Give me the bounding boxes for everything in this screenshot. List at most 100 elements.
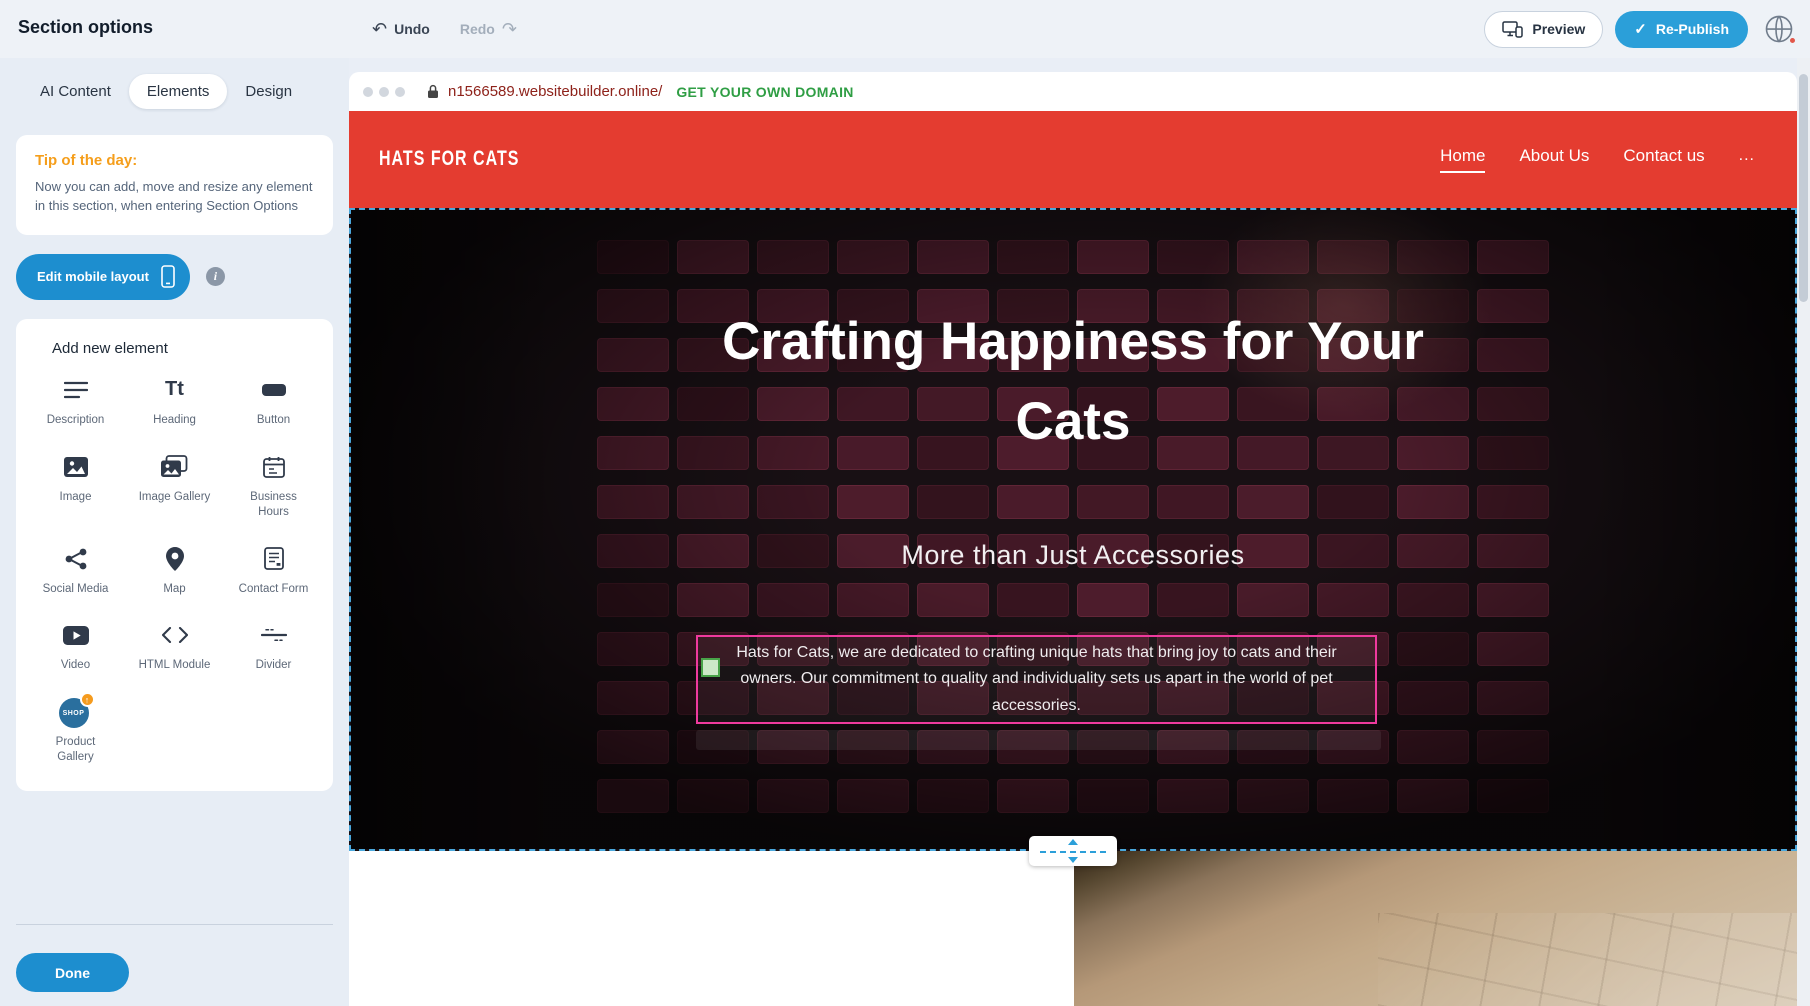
app: Section options ↶ Undo Redo ↷ — [0, 0, 1810, 1006]
done-button[interactable]: Done — [16, 953, 129, 992]
element-image-gallery[interactable]: Image Gallery — [125, 452, 224, 520]
hero-tile — [997, 240, 1069, 274]
hero-tile — [1237, 485, 1309, 519]
tab-ai-content[interactable]: AI Content — [22, 74, 129, 109]
nav-about-us[interactable]: About Us — [1519, 146, 1589, 173]
element-video[interactable]: Video — [26, 620, 125, 673]
button-icon — [261, 375, 287, 405]
element-label: Divider — [256, 658, 292, 673]
resize-arrow-down-icon — [1068, 857, 1078, 863]
element-label: Video — [61, 658, 90, 673]
element-label: Contact Form — [239, 582, 309, 597]
check-icon: ✓ — [1634, 20, 1647, 38]
republish-label: Re-Publish — [1656, 21, 1729, 37]
social-media-icon — [65, 544, 87, 574]
element-label: Description — [47, 413, 105, 428]
nav-more[interactable]: ... — [1739, 147, 1755, 172]
window-dot — [395, 87, 405, 97]
element-label: Image Gallery — [139, 490, 211, 505]
language-globe-button[interactable] — [1760, 10, 1798, 48]
window-dot — [363, 87, 373, 97]
heading-icon: Tt — [165, 375, 184, 405]
hero-tile — [1077, 583, 1149, 617]
hero-tile — [757, 485, 829, 519]
edit-mobile-layout-button[interactable]: Edit mobile layout — [16, 254, 190, 300]
undo-label: Undo — [394, 21, 430, 37]
element-label: Button — [257, 413, 290, 428]
hero-tile — [997, 779, 1069, 813]
hero-paragraph[interactable]: Hats for Cats, we are dedicated to craft… — [698, 637, 1375, 722]
topbar-actions: Preview ✓ Re-Publish — [1484, 0, 1798, 58]
element-image[interactable]: Image — [26, 452, 125, 520]
page-scrollbar[interactable] — [1797, 58, 1810, 1006]
site-header: HATS FOR CATS Home About Us Contact us .… — [349, 111, 1797, 208]
contact-form-icon — [264, 544, 284, 574]
window-controls — [363, 87, 405, 97]
hero-section-selected[interactable]: Crafting Happiness for Your Cats More th… — [349, 208, 1797, 851]
nav-contact-us[interactable]: Contact us — [1623, 146, 1704, 173]
tip-of-the-day-card: Tip of the day: Now you can add, move an… — [16, 135, 333, 235]
element-button[interactable]: Button — [224, 375, 323, 428]
site-logo[interactable]: HATS FOR CATS — [379, 148, 519, 171]
tip-body: Now you can add, move and resize any ele… — [35, 178, 314, 216]
add-element-title: Add new element — [52, 340, 333, 357]
element-social-media[interactable]: Social Media — [26, 544, 125, 597]
undo-icon: ↶ — [372, 19, 387, 40]
hero-tile — [1237, 779, 1309, 813]
hero-tile — [1157, 583, 1229, 617]
hero-tile — [757, 240, 829, 274]
preview-button[interactable]: Preview — [1484, 11, 1603, 48]
element-label: Image — [60, 490, 92, 505]
redo-label: Redo — [460, 21, 495, 37]
selected-text-element[interactable]: Hats for Cats, we are dedicated to craft… — [696, 635, 1377, 724]
hero-tile — [1317, 583, 1389, 617]
tab-design[interactable]: Design — [227, 74, 310, 109]
element-label: Product Gallery — [40, 735, 112, 765]
business-hours-icon — [263, 452, 285, 482]
sidebar: AI Content Elements Design Tip of the da… — [0, 58, 349, 1006]
redo-button[interactable]: Redo ↷ — [460, 19, 517, 40]
preview-monitor-icon — [1502, 21, 1523, 38]
undo-button[interactable]: ↶ Undo — [372, 19, 430, 40]
element-heading[interactable]: Tt Heading — [125, 375, 224, 428]
hero-heading[interactable]: Crafting Happiness for Your Cats — [351, 302, 1795, 461]
element-business-hours[interactable]: Business Hours — [224, 452, 323, 520]
site-url: n1566589.websitebuilder.online/ — [448, 83, 662, 100]
hero-tile — [997, 583, 1069, 617]
nav-home[interactable]: Home — [1440, 146, 1485, 173]
hero-tile — [757, 583, 829, 617]
html-module-icon — [162, 620, 188, 650]
element-product-gallery[interactable]: SHOP ↑ Product Gallery — [26, 697, 125, 765]
hero-tile — [917, 485, 989, 519]
info-icon[interactable]: i — [206, 267, 225, 286]
hero-tile — [1237, 583, 1309, 617]
undo-redo-group: ↶ Undo Redo ↷ — [372, 0, 517, 58]
element-grid: Description Tt Heading Button Ima — [16, 375, 333, 766]
hero-subheading[interactable]: More than Just Accessories — [351, 540, 1795, 571]
get-domain-link[interactable]: GET YOUR OWN DOMAIN — [676, 84, 853, 100]
element-map[interactable]: Map — [125, 544, 224, 597]
element-contact-form[interactable]: Contact Form — [224, 544, 323, 597]
site-nav: Home About Us Contact us ... — [1440, 146, 1755, 173]
hero-tile — [677, 485, 749, 519]
hero-tile — [677, 240, 749, 274]
hero-tile — [917, 779, 989, 813]
hero-tile — [1397, 779, 1469, 813]
redo-icon: ↷ — [502, 19, 517, 40]
element-label: Business Hours — [238, 490, 310, 520]
edit-mobile-label: Edit mobile layout — [37, 269, 149, 284]
section-resize-handle[interactable] — [1029, 836, 1117, 866]
scrollbar-thumb[interactable] — [1799, 74, 1808, 302]
next-section — [349, 851, 1797, 1006]
hero-tile — [1397, 240, 1469, 274]
element-html-module[interactable]: HTML Module — [125, 620, 224, 673]
element-description[interactable]: Description — [26, 375, 125, 428]
map-icon — [166, 544, 184, 574]
tab-elements[interactable]: Elements — [129, 74, 228, 109]
republish-button[interactable]: ✓ Re-Publish — [1615, 11, 1748, 48]
element-divider[interactable]: Divider — [224, 620, 323, 673]
hero-tile — [1397, 681, 1469, 715]
window-dot — [379, 87, 389, 97]
add-element-panel: Add new element Description Tt Heading — [16, 319, 333, 792]
hero-tile — [1397, 632, 1469, 666]
